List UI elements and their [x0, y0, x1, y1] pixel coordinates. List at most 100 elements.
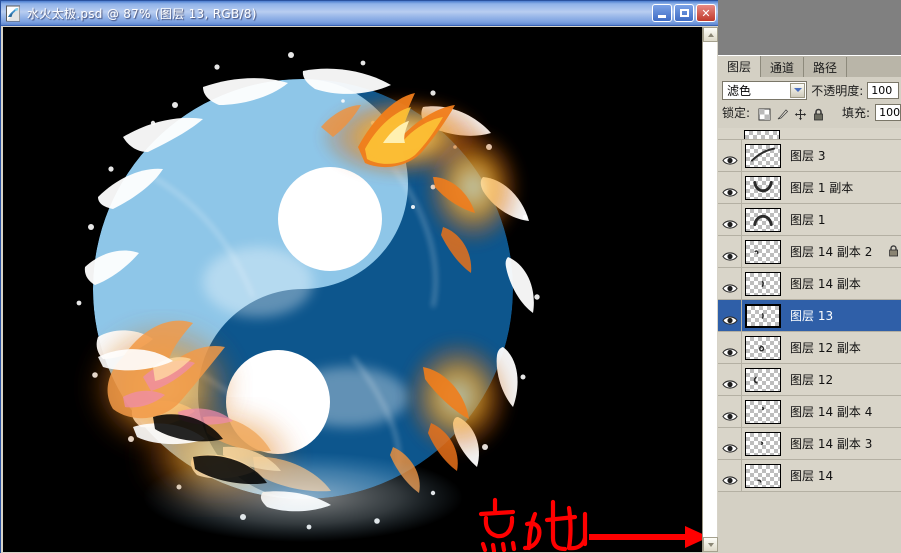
- lock-icon: [888, 242, 899, 261]
- layer-visibility-toggle[interactable]: [718, 268, 742, 299]
- layer-row[interactable]: 图层 14 副本 3: [718, 428, 901, 460]
- eye-icon: [721, 471, 738, 485]
- right-dock: 图层 通道 路径 滤色 不透明度: 100 锁定: 填充: 100 图层 3 图…: [718, 0, 901, 553]
- eye-icon: [721, 375, 738, 389]
- blend-mode-value: 滤色: [727, 83, 752, 98]
- tab-channels-label: 通道: [770, 60, 795, 75]
- layer-row-partial-above[interactable]: [718, 128, 901, 140]
- eye-icon: [721, 279, 738, 293]
- layer-thumbnail: [745, 239, 781, 264]
- blend-mode-select[interactable]: 滤色: [722, 80, 808, 100]
- app-root: 水火太极.psd @ 87% (图层 13, RGB/8) ✕ 图层 通道 路径…: [0, 0, 901, 553]
- layer-thumbnail-cell[interactable]: [742, 303, 784, 328]
- layer-name: 图层 1: [790, 213, 826, 227]
- panel-gray-strip: [718, 0, 901, 55]
- panel-tab-bar: 图层 通道 路径: [718, 56, 901, 77]
- layer-thumbnail: [745, 431, 781, 456]
- layer-row[interactable]: 图层 14 副本: [718, 268, 901, 300]
- blend-mode-row: 滤色 不透明度: 100: [718, 77, 901, 101]
- lock-image-pixels-icon[interactable]: [776, 106, 789, 119]
- layer-visibility-toggle[interactable]: [718, 172, 742, 203]
- tab-layers-label: 图层: [727, 60, 752, 74]
- layer-row[interactable]: 图层 14 副本 4: [718, 396, 901, 428]
- layer-thumbnail-cell[interactable]: [742, 143, 784, 168]
- layer-visibility-toggle[interactable]: [718, 460, 742, 491]
- layer-visibility-toggle[interactable]: [718, 364, 742, 395]
- layer-row[interactable]: 图层 12: [718, 364, 901, 396]
- layer-thumbnail: [745, 303, 781, 328]
- layers-list[interactable]: 图层 3 图层 1 副本 图层 1 图层 14 副本 2 图层 14 副本 图层 13 图层…: [718, 128, 901, 553]
- layer-name: 图层 13: [790, 309, 834, 323]
- eye-icon: [721, 407, 738, 421]
- layer-visibility-toggle[interactable]: [718, 140, 742, 171]
- layer-thumbnail: [745, 175, 781, 200]
- layer-row[interactable]: 图层 3: [718, 140, 901, 172]
- layer-thumbnail: [745, 271, 781, 296]
- scroll-down-arrow-icon[interactable]: [703, 537, 718, 552]
- layer-visibility-toggle[interactable]: [718, 204, 742, 235]
- document-window: 水火太极.psd @ 87% (图层 13, RGB/8) ✕: [0, 0, 719, 553]
- artwork-water-fire-yinyang: [3, 27, 703, 552]
- eye-icon: [721, 311, 738, 325]
- layer-name: 图层 14 副本 3: [790, 437, 873, 451]
- layer-name: 图层 12: [790, 373, 834, 387]
- layers-panel: 图层 通道 路径 滤色 不透明度: 100 锁定: 填充: 100 图层 3 图…: [718, 55, 901, 553]
- scroll-up-arrow-icon[interactable]: [703, 27, 718, 42]
- layer-thumbnail-cell[interactable]: [742, 207, 784, 232]
- tab-paths[interactable]: 路径: [804, 57, 848, 77]
- lock-position-icon[interactable]: [794, 106, 807, 120]
- eye-icon: [721, 247, 738, 261]
- layer-name: 图层 14 副本: [790, 277, 861, 291]
- layer-row[interactable]: 图层 1 副本: [718, 172, 901, 204]
- layer-thumbnail: [745, 367, 781, 392]
- layer-thumbnail-cell[interactable]: [742, 335, 784, 360]
- tab-layers[interactable]: 图层: [718, 56, 762, 77]
- fill-label: 填充:: [842, 105, 871, 120]
- scrollbar-track[interactable]: [703, 42, 717, 537]
- window-controls: ✕: [652, 4, 716, 22]
- layer-row[interactable]: 图层 14: [718, 460, 901, 492]
- close-button[interactable]: ✕: [696, 4, 716, 22]
- layer-visibility-toggle[interactable]: [718, 428, 742, 459]
- opacity-input[interactable]: 100: [867, 81, 899, 99]
- title-bar[interactable]: 水火太极.psd @ 87% (图层 13, RGB/8) ✕: [1, 1, 719, 26]
- photoshop-canvas[interactable]: [3, 27, 703, 552]
- layer-thumbnail-cell[interactable]: [742, 239, 784, 264]
- layer-row[interactable]: 图层 13: [718, 300, 901, 332]
- layer-lock-indicator: [885, 242, 901, 261]
- layer-name: 图层 1 副本: [790, 181, 854, 195]
- canvas-vertical-scrollbar[interactable]: [702, 27, 718, 552]
- minimize-button[interactable]: [652, 4, 672, 22]
- layer-row[interactable]: 图层 12 副本: [718, 332, 901, 364]
- maximize-button[interactable]: [674, 4, 694, 22]
- layer-row[interactable]: 图层 1: [718, 204, 901, 236]
- layer-thumbnail-cell[interactable]: [742, 463, 784, 488]
- layer-visibility-toggle[interactable]: [718, 236, 742, 267]
- lock-all-icon[interactable]: [812, 106, 825, 120]
- layer-thumbnail-cell[interactable]: [742, 175, 784, 200]
- eye-icon: [721, 215, 738, 229]
- layer-visibility-toggle[interactable]: [718, 396, 742, 427]
- layer-thumbnail-cell[interactable]: [742, 399, 784, 424]
- chevron-down-icon[interactable]: [790, 82, 806, 98]
- layer-name: 图层 3: [790, 149, 826, 163]
- layer-thumbnail: [745, 463, 781, 488]
- layer-thumbnail-cell[interactable]: [742, 367, 784, 392]
- layer-visibility-toggle[interactable]: [718, 300, 742, 331]
- layer-name: 图层 14 副本 4: [790, 405, 873, 419]
- layer-row[interactable]: 图层 14 副本 2: [718, 236, 901, 268]
- layer-thumbnail-partial: [744, 130, 780, 139]
- document-title: 水火太极.psd @ 87% (图层 13, RGB/8): [27, 6, 257, 21]
- lock-row: 锁定: 填充: 100: [718, 101, 901, 123]
- layer-thumbnail: [745, 143, 781, 168]
- layer-visibility-toggle[interactable]: [718, 332, 742, 363]
- tab-channels[interactable]: 通道: [761, 57, 805, 77]
- eye-icon: [721, 151, 738, 165]
- lock-transparency-icon[interactable]: [758, 106, 771, 120]
- layer-thumbnail-cell[interactable]: [742, 431, 784, 456]
- layer-thumbnail: [745, 335, 781, 360]
- layer-thumbnail-cell[interactable]: [742, 271, 784, 296]
- opacity-label: 不透明度:: [811, 83, 864, 98]
- fill-input[interactable]: 100: [875, 103, 901, 121]
- layer-thumbnail: [745, 399, 781, 424]
